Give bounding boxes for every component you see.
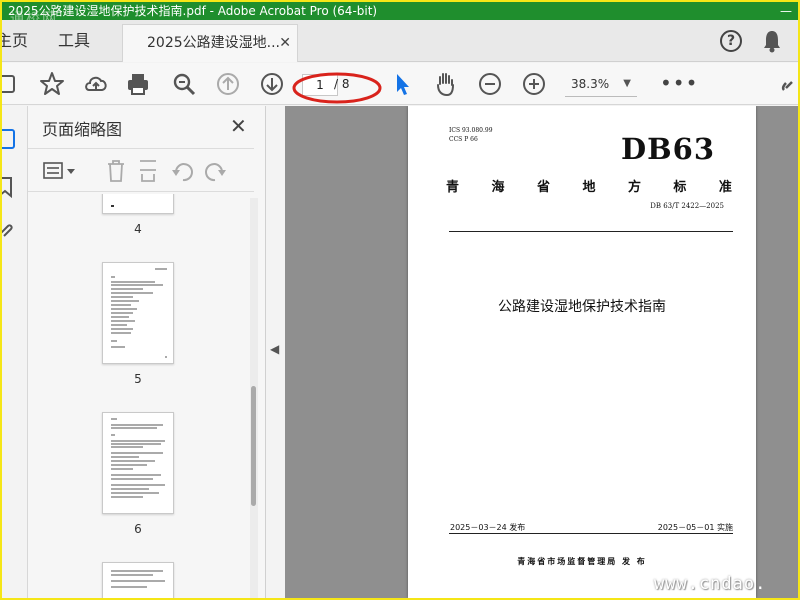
standard-number: DB 63/T 2422—2025 bbox=[650, 202, 724, 210]
page-thumbnail-5[interactable] bbox=[102, 262, 174, 364]
previous-page-icon[interactable] bbox=[214, 70, 242, 98]
next-page-icon[interactable] bbox=[258, 70, 286, 98]
close-tab-icon[interactable]: ✕ bbox=[279, 25, 291, 61]
pdf-page: ICS 93.080.99 CCS P 66 DB63 青 海 省 地 方 标 … bbox=[408, 106, 756, 598]
panel-title: 页面缩略图 bbox=[42, 120, 123, 139]
select-cursor-icon[interactable] bbox=[388, 70, 416, 98]
tab-bar: 主页 工具 2025公路建设湿地... ✕ ? bbox=[2, 20, 798, 62]
hand-tool-icon[interactable] bbox=[432, 70, 460, 98]
help-icon[interactable]: ? bbox=[720, 30, 742, 52]
header-divider bbox=[449, 231, 733, 232]
total-pages-label: / 8 bbox=[334, 77, 350, 91]
thumbnail-panel: 页面缩略图 ✕ 4 5 6 bbox=[28, 106, 266, 598]
more-tools-icon[interactable]: ••• bbox=[660, 71, 698, 95]
minimize-button[interactable]: — bbox=[780, 2, 792, 20]
collapse-panel-icon[interactable]: ◀ bbox=[270, 342, 279, 356]
acrobat-window: 2025公路建设湿地保护技术指南.pdf - Adobe Acrobat Pro… bbox=[2, 2, 798, 598]
print-icon[interactable] bbox=[124, 70, 152, 98]
chevron-down-icon: ▼ bbox=[623, 78, 631, 89]
ics-code: ICS 93.080.99 CCS P 66 bbox=[449, 127, 493, 143]
current-page-input[interactable]: 1 bbox=[302, 74, 338, 96]
site-logo-watermark: 通桥网 bbox=[10, 11, 58, 20]
document-view: ICS 93.080.99 CCS P 66 DB63 青 海 省 地 方 标 … bbox=[285, 106, 798, 598]
standard-code: DB63 bbox=[621, 132, 716, 166]
attachment-icon[interactable] bbox=[2, 220, 18, 242]
document-title: 公路建设湿地保护技术指南 bbox=[498, 299, 666, 315]
tab-home[interactable]: 主页 bbox=[2, 20, 28, 62]
link-icon[interactable] bbox=[780, 70, 798, 98]
page-thumbnails-icon[interactable] bbox=[2, 128, 18, 150]
thumbnail-label-5: 5 bbox=[134, 372, 142, 386]
zoom-in-icon[interactable] bbox=[520, 70, 548, 98]
thumbnail-toolbar bbox=[28, 148, 254, 192]
bookmark-icon[interactable] bbox=[2, 176, 18, 198]
window-title: 2025公路建设湿地保护技术指南.pdf - Adobe Acrobat Pro… bbox=[8, 4, 378, 18]
site-url-watermark: www.cndao. bbox=[654, 574, 767, 594]
issue-date: 2025－03－24 发布 bbox=[450, 523, 526, 532]
save-icon[interactable] bbox=[2, 70, 20, 98]
left-navigation-rail bbox=[2, 106, 28, 598]
rotate-left-icon[interactable] bbox=[170, 158, 196, 184]
page-thumbnail-7[interactable] bbox=[102, 562, 174, 598]
thumbnail-list: 4 5 6 bbox=[28, 194, 250, 598]
page-thumbnail-4[interactable] bbox=[102, 194, 174, 214]
zoom-level-value: 38.3% bbox=[571, 77, 610, 91]
thumbnail-label-4: 4 bbox=[134, 222, 142, 236]
star-bookmark-icon[interactable] bbox=[38, 70, 66, 98]
options-menu-icon[interactable] bbox=[42, 159, 78, 183]
zoom-search-icon[interactable] bbox=[170, 70, 198, 98]
tab-tools[interactable]: 工具 bbox=[58, 20, 90, 62]
thumbnail-scrollbar-thumb[interactable] bbox=[251, 386, 256, 506]
footer-divider bbox=[449, 533, 733, 534]
tab-document[interactable]: 2025公路建设湿地... ✕ bbox=[122, 24, 298, 62]
main-toolbar: 1 / 8 38.3% ▼ ••• bbox=[2, 63, 798, 105]
thumbnail-label-6: 6 bbox=[134, 522, 142, 536]
page-thumbnail-6[interactable] bbox=[102, 412, 174, 514]
rotate-right-icon[interactable] bbox=[202, 158, 228, 184]
province-standard-heading: 青 海 省 地 方 标 准 bbox=[446, 180, 732, 195]
tab-document-label: 2025公路建设湿地... bbox=[147, 35, 280, 51]
zoom-level-select[interactable]: 38.3% ▼ bbox=[565, 73, 637, 97]
bell-icon[interactable] bbox=[762, 29, 782, 53]
cloud-upload-icon[interactable] bbox=[82, 70, 110, 98]
trash-icon[interactable] bbox=[104, 158, 128, 184]
title-bar: 2025公路建设湿地保护技术指南.pdf - Adobe Acrobat Pro… bbox=[2, 2, 798, 20]
publisher: 青海省市场监督管理局 发 布 bbox=[517, 557, 647, 566]
close-panel-icon[interactable]: ✕ bbox=[230, 114, 247, 138]
implement-date: 2025－05－01 实施 bbox=[657, 523, 733, 532]
page-extract-icon[interactable] bbox=[136, 158, 160, 184]
zoom-out-icon[interactable] bbox=[476, 70, 504, 98]
